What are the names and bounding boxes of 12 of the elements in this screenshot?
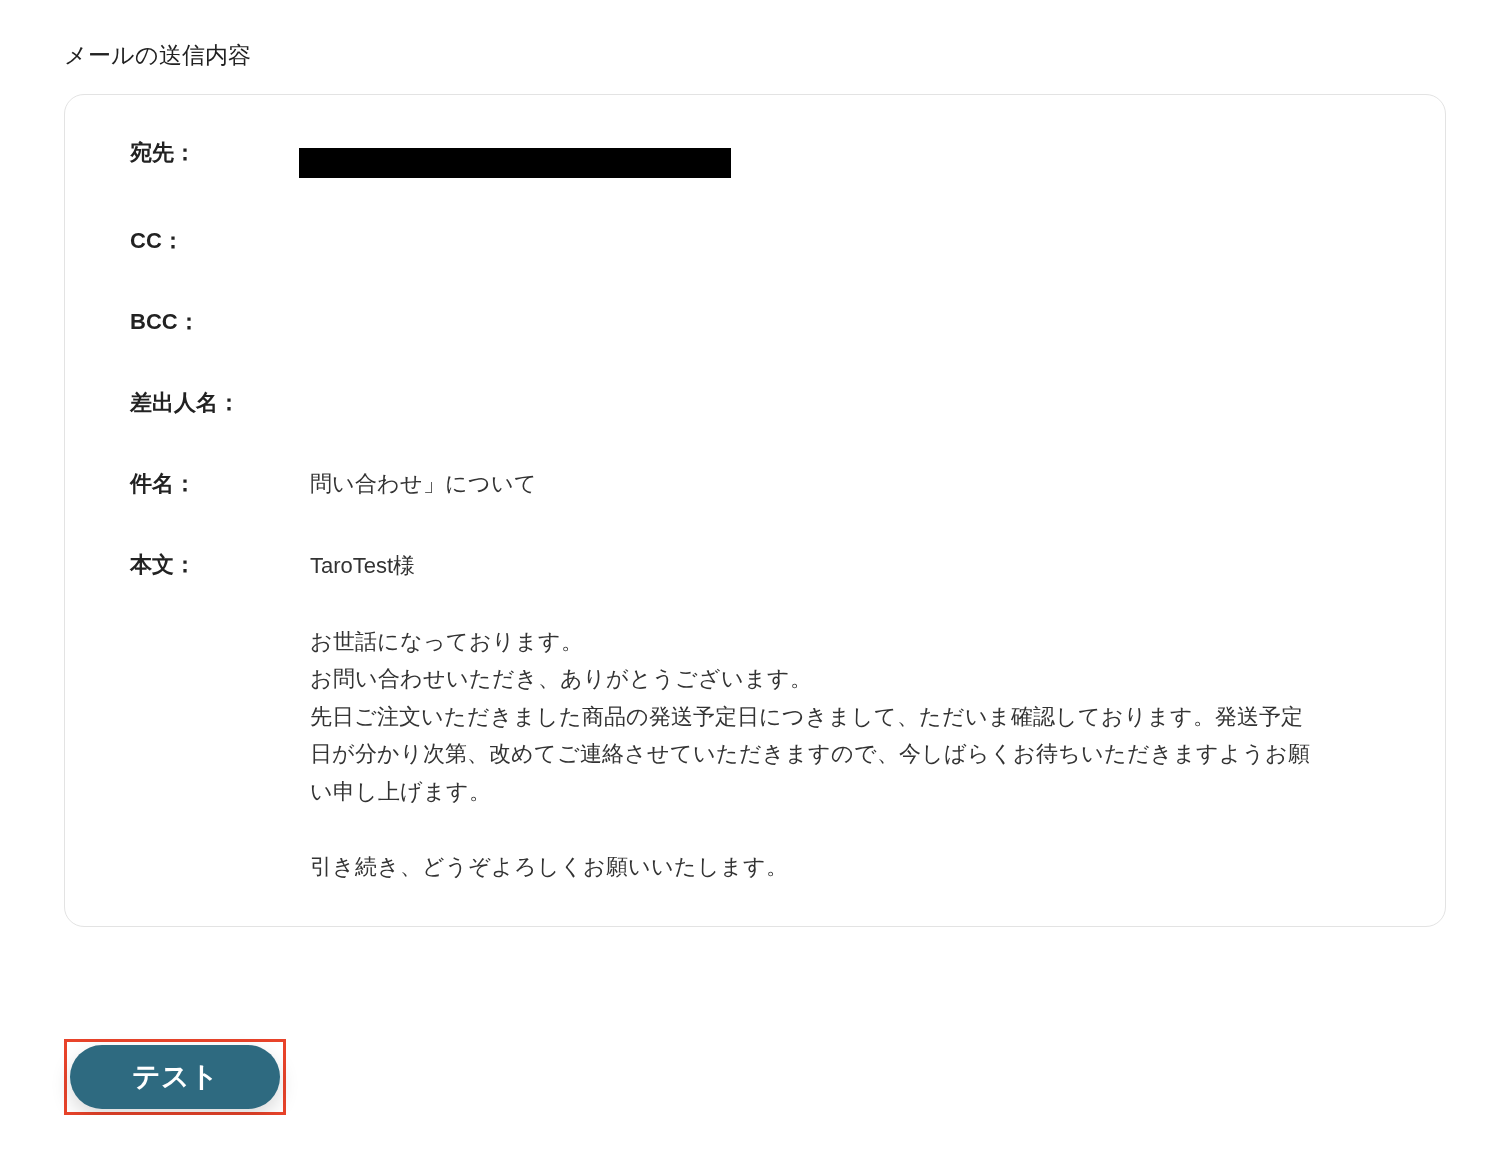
body-paragraph: TaroTest様: [310, 552, 417, 580]
field-label: CC：: [130, 227, 185, 255]
field-label: BCC：: [130, 308, 201, 336]
body-paragraph: お世話になっております。 お問い合わせいただき、ありがとうございます。 先日ご注文いただきました商品の発送予定日につきまして、ただいま確認しております。発送予定 日が分かり次第、改めてご連絡させていただきますので、今しばらくお待ちいただきますようお願 い申し上げます。: [310, 627, 1311, 806]
field-label: 差出人名：: [130, 389, 241, 417]
field-label: 件名：: [130, 470, 197, 498]
section-title: メールの送信内容: [64, 41, 252, 70]
field-label: 宛先：: [130, 139, 197, 167]
field-value: 問い合わせ」について: [310, 470, 538, 498]
body-paragraph: 引き続き、どうぞよろしくお願いいたします。: [310, 853, 789, 881]
field-label: 本文：: [130, 551, 197, 579]
test-button[interactable]: テスト: [70, 1044, 280, 1109]
